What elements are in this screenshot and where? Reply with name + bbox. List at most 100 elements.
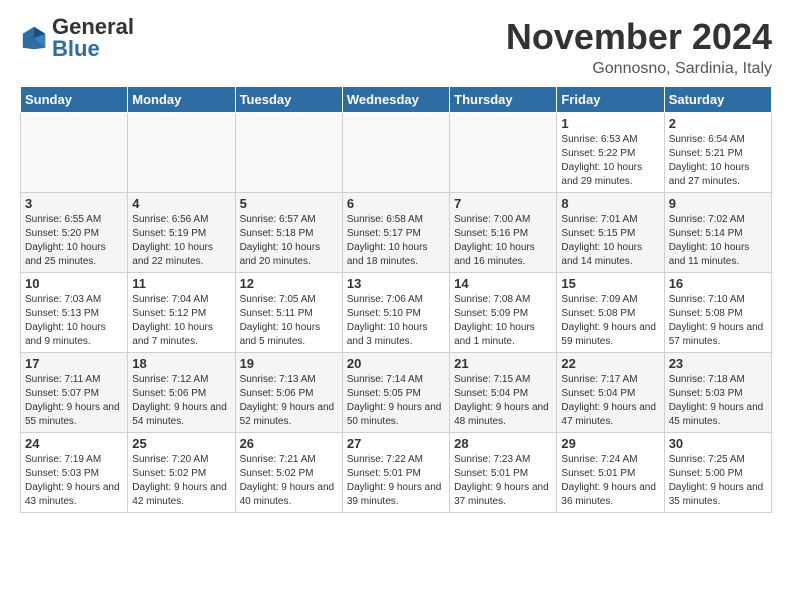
calendar-cell: 13Sunrise: 7:06 AM Sunset: 5:10 PM Dayli… bbox=[342, 273, 449, 353]
calendar-cell: 11Sunrise: 7:04 AM Sunset: 5:12 PM Dayli… bbox=[128, 273, 235, 353]
day-info: Sunrise: 7:19 AM Sunset: 5:03 PM Dayligh… bbox=[25, 453, 123, 509]
calendar-cell bbox=[235, 113, 342, 193]
day-number: 24 bbox=[25, 436, 123, 451]
day-number: 4 bbox=[132, 196, 230, 211]
logo-blue-text: Blue bbox=[52, 36, 100, 61]
day-info: Sunrise: 7:22 AM Sunset: 5:01 PM Dayligh… bbox=[347, 453, 445, 509]
day-info: Sunrise: 7:08 AM Sunset: 5:09 PM Dayligh… bbox=[454, 293, 552, 349]
calendar-week-0: 1Sunrise: 6:53 AM Sunset: 5:22 PM Daylig… bbox=[21, 113, 772, 193]
day-number: 13 bbox=[347, 276, 445, 291]
day-info: Sunrise: 7:18 AM Sunset: 5:03 PM Dayligh… bbox=[669, 373, 767, 429]
day-number: 5 bbox=[240, 196, 338, 211]
calendar-cell: 16 Sunrise: 7:10 AM Sunset: 5:08 PM Dayli… bbox=[664, 273, 771, 353]
header-row: General Blue November 2024 Gonnosno, Sar… bbox=[20, 16, 772, 78]
day-info: Sunrise: 7:10 AM Sunset: 5:08 PM Dayligh… bbox=[669, 293, 767, 349]
calendar-cell bbox=[450, 113, 557, 193]
day-number: 26 bbox=[240, 436, 338, 451]
calendar-cell: 19 Sunrise: 7:13 AM Sunset: 5:06 PM Dayli… bbox=[235, 353, 342, 433]
calendar-week-3: 17 Sunrise: 7:11 AM Sunset: 5:07 PM Dayli… bbox=[21, 353, 772, 433]
day-number: 9 bbox=[669, 196, 767, 211]
day-number: 19 bbox=[240, 356, 338, 371]
day-number: 17 bbox=[25, 356, 123, 371]
day-number: 14 bbox=[454, 276, 552, 291]
calendar-cell: 15 Sunrise: 7:09 AM Sunset: 5:08 PM Dayli… bbox=[557, 273, 664, 353]
day-info: Sunrise: 7:02 AM Sunset: 5:14 PM Dayligh… bbox=[669, 213, 767, 269]
weekday-header-row: Sunday Monday Tuesday Wednesday Thursday… bbox=[21, 87, 772, 113]
day-number: 6 bbox=[347, 196, 445, 211]
day-info: Sunrise: 7:14 AM Sunset: 5:05 PM Dayligh… bbox=[347, 373, 445, 429]
day-number: 12 bbox=[240, 276, 338, 291]
day-info: Sunrise: 7:03 AM Sunset: 5:13 PM Dayligh… bbox=[25, 293, 123, 349]
day-info: Sunrise: 7:00 AM Sunset: 5:16 PM Dayligh… bbox=[454, 213, 552, 269]
calendar-cell: 9 Sunrise: 7:02 AM Sunset: 5:14 PM Daylig… bbox=[664, 193, 771, 273]
day-info: Sunrise: 7:17 AM Sunset: 5:04 PM Dayligh… bbox=[561, 373, 659, 429]
day-number: 22 bbox=[561, 356, 659, 371]
header-wednesday: Wednesday bbox=[342, 87, 449, 113]
calendar-cell: 14 Sunrise: 7:08 AM Sunset: 5:09 PM Dayli… bbox=[450, 273, 557, 353]
calendar-cell: 3Sunrise: 6:55 AM Sunset: 5:20 PM Daylig… bbox=[21, 193, 128, 273]
calendar-cell: 24 Sunrise: 7:19 AM Sunset: 5:03 PM Dayli… bbox=[21, 433, 128, 513]
day-number: 25 bbox=[132, 436, 230, 451]
calendar-week-2: 10 Sunrise: 7:03 AM Sunset: 5:13 PM Dayli… bbox=[21, 273, 772, 353]
calendar-cell: 5 Sunrise: 6:57 AM Sunset: 5:18 PM Daylig… bbox=[235, 193, 342, 273]
day-info: Sunrise: 7:20 AM Sunset: 5:02 PM Dayligh… bbox=[132, 453, 230, 509]
calendar-cell: 29 Sunrise: 7:24 AM Sunset: 5:01 PM Dayli… bbox=[557, 433, 664, 513]
day-info: Sunrise: 6:55 AM Sunset: 5:20 PM Dayligh… bbox=[25, 213, 123, 269]
day-info: Sunrise: 7:15 AM Sunset: 5:04 PM Dayligh… bbox=[454, 373, 552, 429]
calendar-cell: 1Sunrise: 6:53 AM Sunset: 5:22 PM Daylig… bbox=[557, 113, 664, 193]
day-number: 16 bbox=[669, 276, 767, 291]
calendar-cell: 21 Sunrise: 7:15 AM Sunset: 5:04 PM Dayli… bbox=[450, 353, 557, 433]
day-number: 28 bbox=[454, 436, 552, 451]
header-friday: Friday bbox=[557, 87, 664, 113]
day-info: Sunrise: 6:58 AM Sunset: 5:17 PM Dayligh… bbox=[347, 213, 445, 269]
calendar-week-4: 24 Sunrise: 7:19 AM Sunset: 5:03 PM Dayli… bbox=[21, 433, 772, 513]
header-monday: Monday bbox=[128, 87, 235, 113]
day-info: Sunrise: 7:25 AM Sunset: 5:00 PM Dayligh… bbox=[669, 453, 767, 509]
header-sunday: Sunday bbox=[21, 87, 128, 113]
day-number: 30 bbox=[669, 436, 767, 451]
day-info: Sunrise: 7:24 AM Sunset: 5:01 PM Dayligh… bbox=[561, 453, 659, 509]
day-number: 21 bbox=[454, 356, 552, 371]
header-tuesday: Tuesday bbox=[235, 87, 342, 113]
day-info: Sunrise: 7:13 AM Sunset: 5:06 PM Dayligh… bbox=[240, 373, 338, 429]
calendar-cell: 30 Sunrise: 7:25 AM Sunset: 5:00 PM Dayli… bbox=[664, 433, 771, 513]
day-info: Sunrise: 7:23 AM Sunset: 5:01 PM Dayligh… bbox=[454, 453, 552, 509]
day-info: Sunrise: 7:05 AM Sunset: 5:11 PM Dayligh… bbox=[240, 293, 338, 349]
calendar-cell bbox=[128, 113, 235, 193]
logo: General Blue bbox=[20, 16, 134, 60]
day-number: 2 bbox=[669, 116, 767, 131]
calendar-cell: 18 Sunrise: 7:12 AM Sunset: 5:06 PM Dayli… bbox=[128, 353, 235, 433]
day-info: Sunrise: 7:21 AM Sunset: 5:02 PM Dayligh… bbox=[240, 453, 338, 509]
day-info: Sunrise: 7:12 AM Sunset: 5:06 PM Dayligh… bbox=[132, 373, 230, 429]
calendar-cell: 20 Sunrise: 7:14 AM Sunset: 5:05 PM Dayli… bbox=[342, 353, 449, 433]
day-info: Sunrise: 7:01 AM Sunset: 5:15 PM Dayligh… bbox=[561, 213, 659, 269]
calendar-cell: 7 Sunrise: 7:00 AM Sunset: 5:16 PM Daylig… bbox=[450, 193, 557, 273]
day-number: 20 bbox=[347, 356, 445, 371]
day-number: 7 bbox=[454, 196, 552, 211]
calendar-cell: 8Sunrise: 7:01 AM Sunset: 5:15 PM Daylig… bbox=[557, 193, 664, 273]
calendar-cell: 28 Sunrise: 7:23 AM Sunset: 5:01 PM Dayli… bbox=[450, 433, 557, 513]
calendar-cell: 25 Sunrise: 7:20 AM Sunset: 5:02 PM Dayli… bbox=[128, 433, 235, 513]
day-info: Sunrise: 7:09 AM Sunset: 5:08 PM Dayligh… bbox=[561, 293, 659, 349]
day-info: Sunrise: 6:56 AM Sunset: 5:19 PM Dayligh… bbox=[132, 213, 230, 269]
day-number: 15 bbox=[561, 276, 659, 291]
calendar-cell: 10 Sunrise: 7:03 AM Sunset: 5:13 PM Dayli… bbox=[21, 273, 128, 353]
header-thursday: Thursday bbox=[450, 87, 557, 113]
day-number: 18 bbox=[132, 356, 230, 371]
day-number: 10 bbox=[25, 276, 123, 291]
calendar-cell: 22 Sunrise: 7:17 AM Sunset: 5:04 PM Dayli… bbox=[557, 353, 664, 433]
calendar-week-1: 3Sunrise: 6:55 AM Sunset: 5:20 PM Daylig… bbox=[21, 193, 772, 273]
calendar-cell: 4 Sunrise: 6:56 AM Sunset: 5:19 PM Daylig… bbox=[128, 193, 235, 273]
day-info: Sunrise: 7:11 AM Sunset: 5:07 PM Dayligh… bbox=[25, 373, 123, 429]
day-number: 29 bbox=[561, 436, 659, 451]
title-block: November 2024 Gonnosno, Sardinia, Italy bbox=[506, 16, 772, 78]
day-info: Sunrise: 6:53 AM Sunset: 5:22 PM Dayligh… bbox=[561, 133, 659, 189]
calendar-cell: 12 Sunrise: 7:05 AM Sunset: 5:11 PM Dayli… bbox=[235, 273, 342, 353]
day-number: 11 bbox=[132, 276, 230, 291]
day-info: Sunrise: 6:54 AM Sunset: 5:21 PM Dayligh… bbox=[669, 133, 767, 189]
day-number: 23 bbox=[669, 356, 767, 371]
calendar-cell: 6 Sunrise: 6:58 AM Sunset: 5:17 PM Daylig… bbox=[342, 193, 449, 273]
day-info: Sunrise: 6:57 AM Sunset: 5:18 PM Dayligh… bbox=[240, 213, 338, 269]
calendar-cell: 27 Sunrise: 7:22 AM Sunset: 5:01 PM Dayli… bbox=[342, 433, 449, 513]
day-number: 27 bbox=[347, 436, 445, 451]
